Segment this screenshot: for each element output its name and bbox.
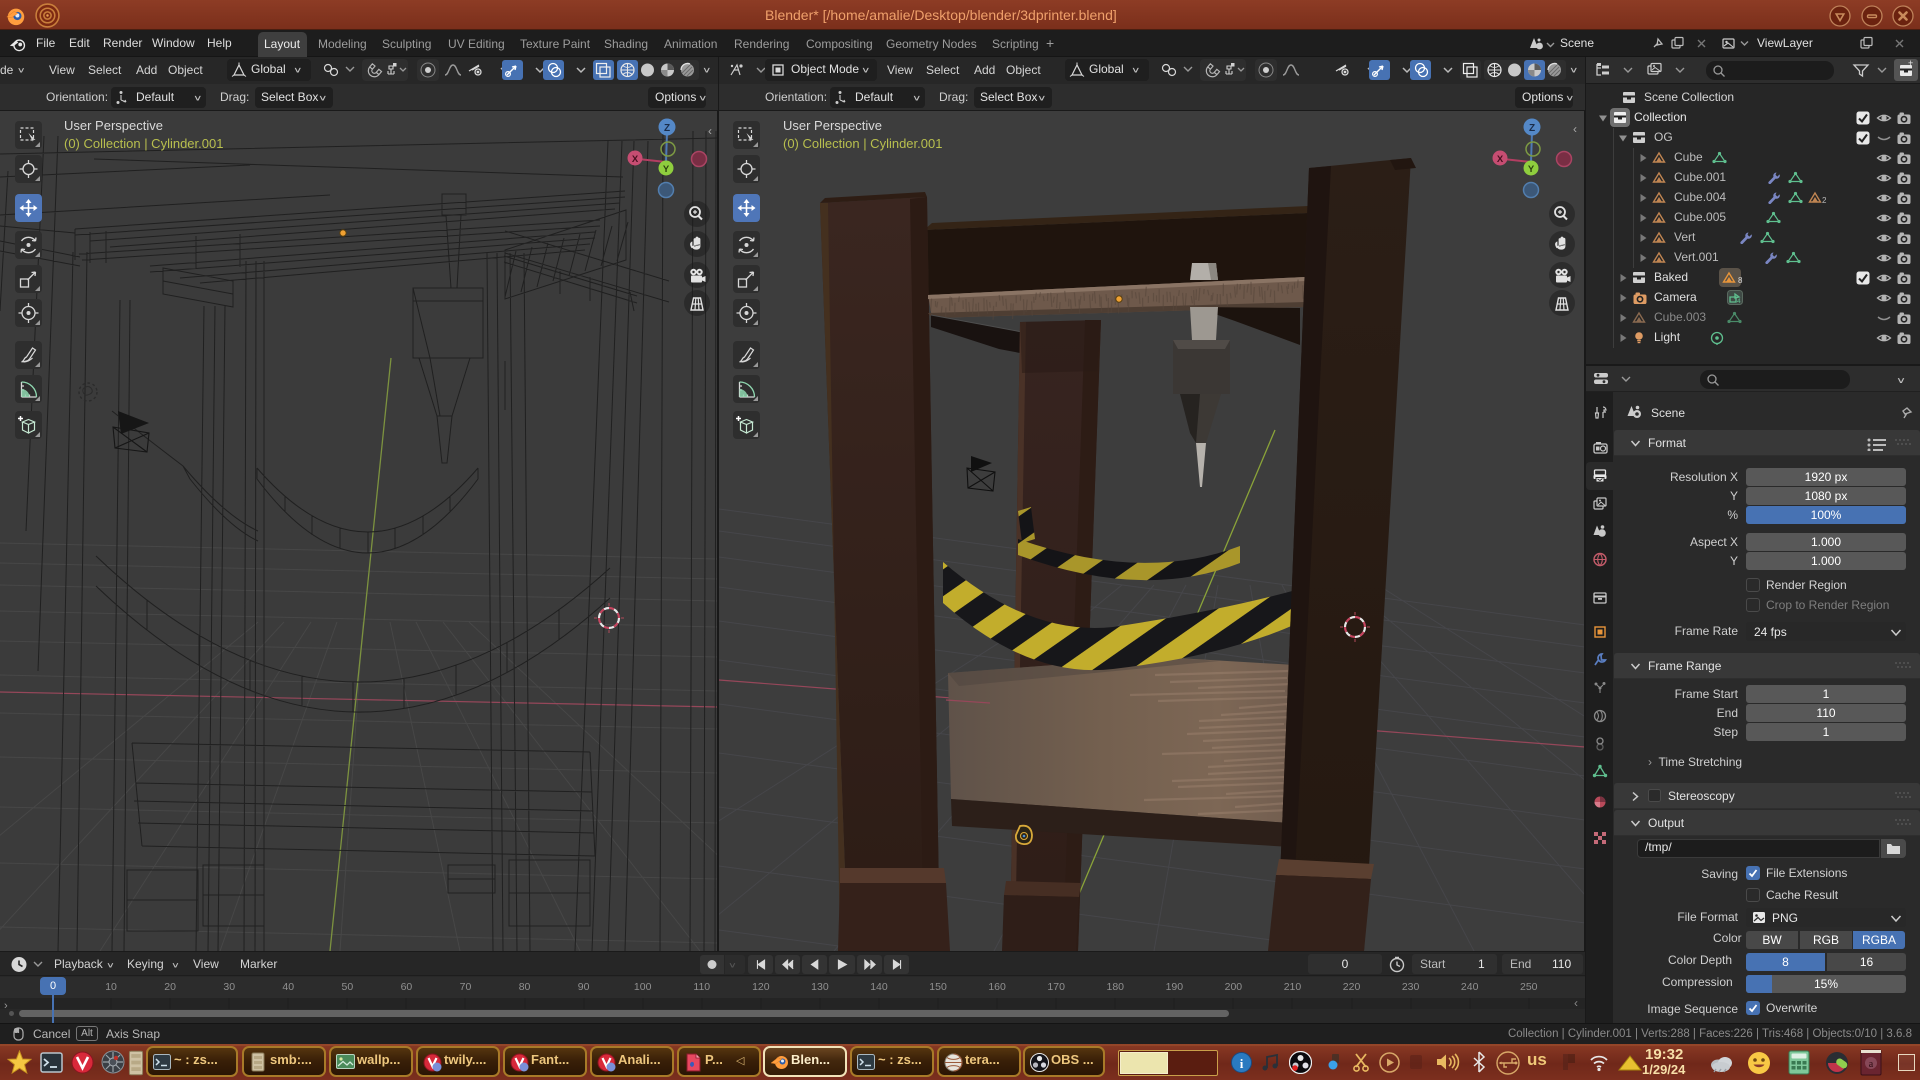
svg-text:Z: Z <box>664 123 670 134</box>
svg-text:Z: Z <box>1529 123 1535 134</box>
svg-text:4: 4 <box>1737 298 1741 305</box>
svg-text:Y: Y <box>663 164 670 175</box>
svg-text:X: X <box>632 154 639 165</box>
svg-text:i: i <box>1240 1056 1244 1071</box>
svg-text:Y: Y <box>1528 164 1535 175</box>
svg-text:X: X <box>1497 154 1504 165</box>
svg-text:a: a <box>1869 1059 1874 1070</box>
